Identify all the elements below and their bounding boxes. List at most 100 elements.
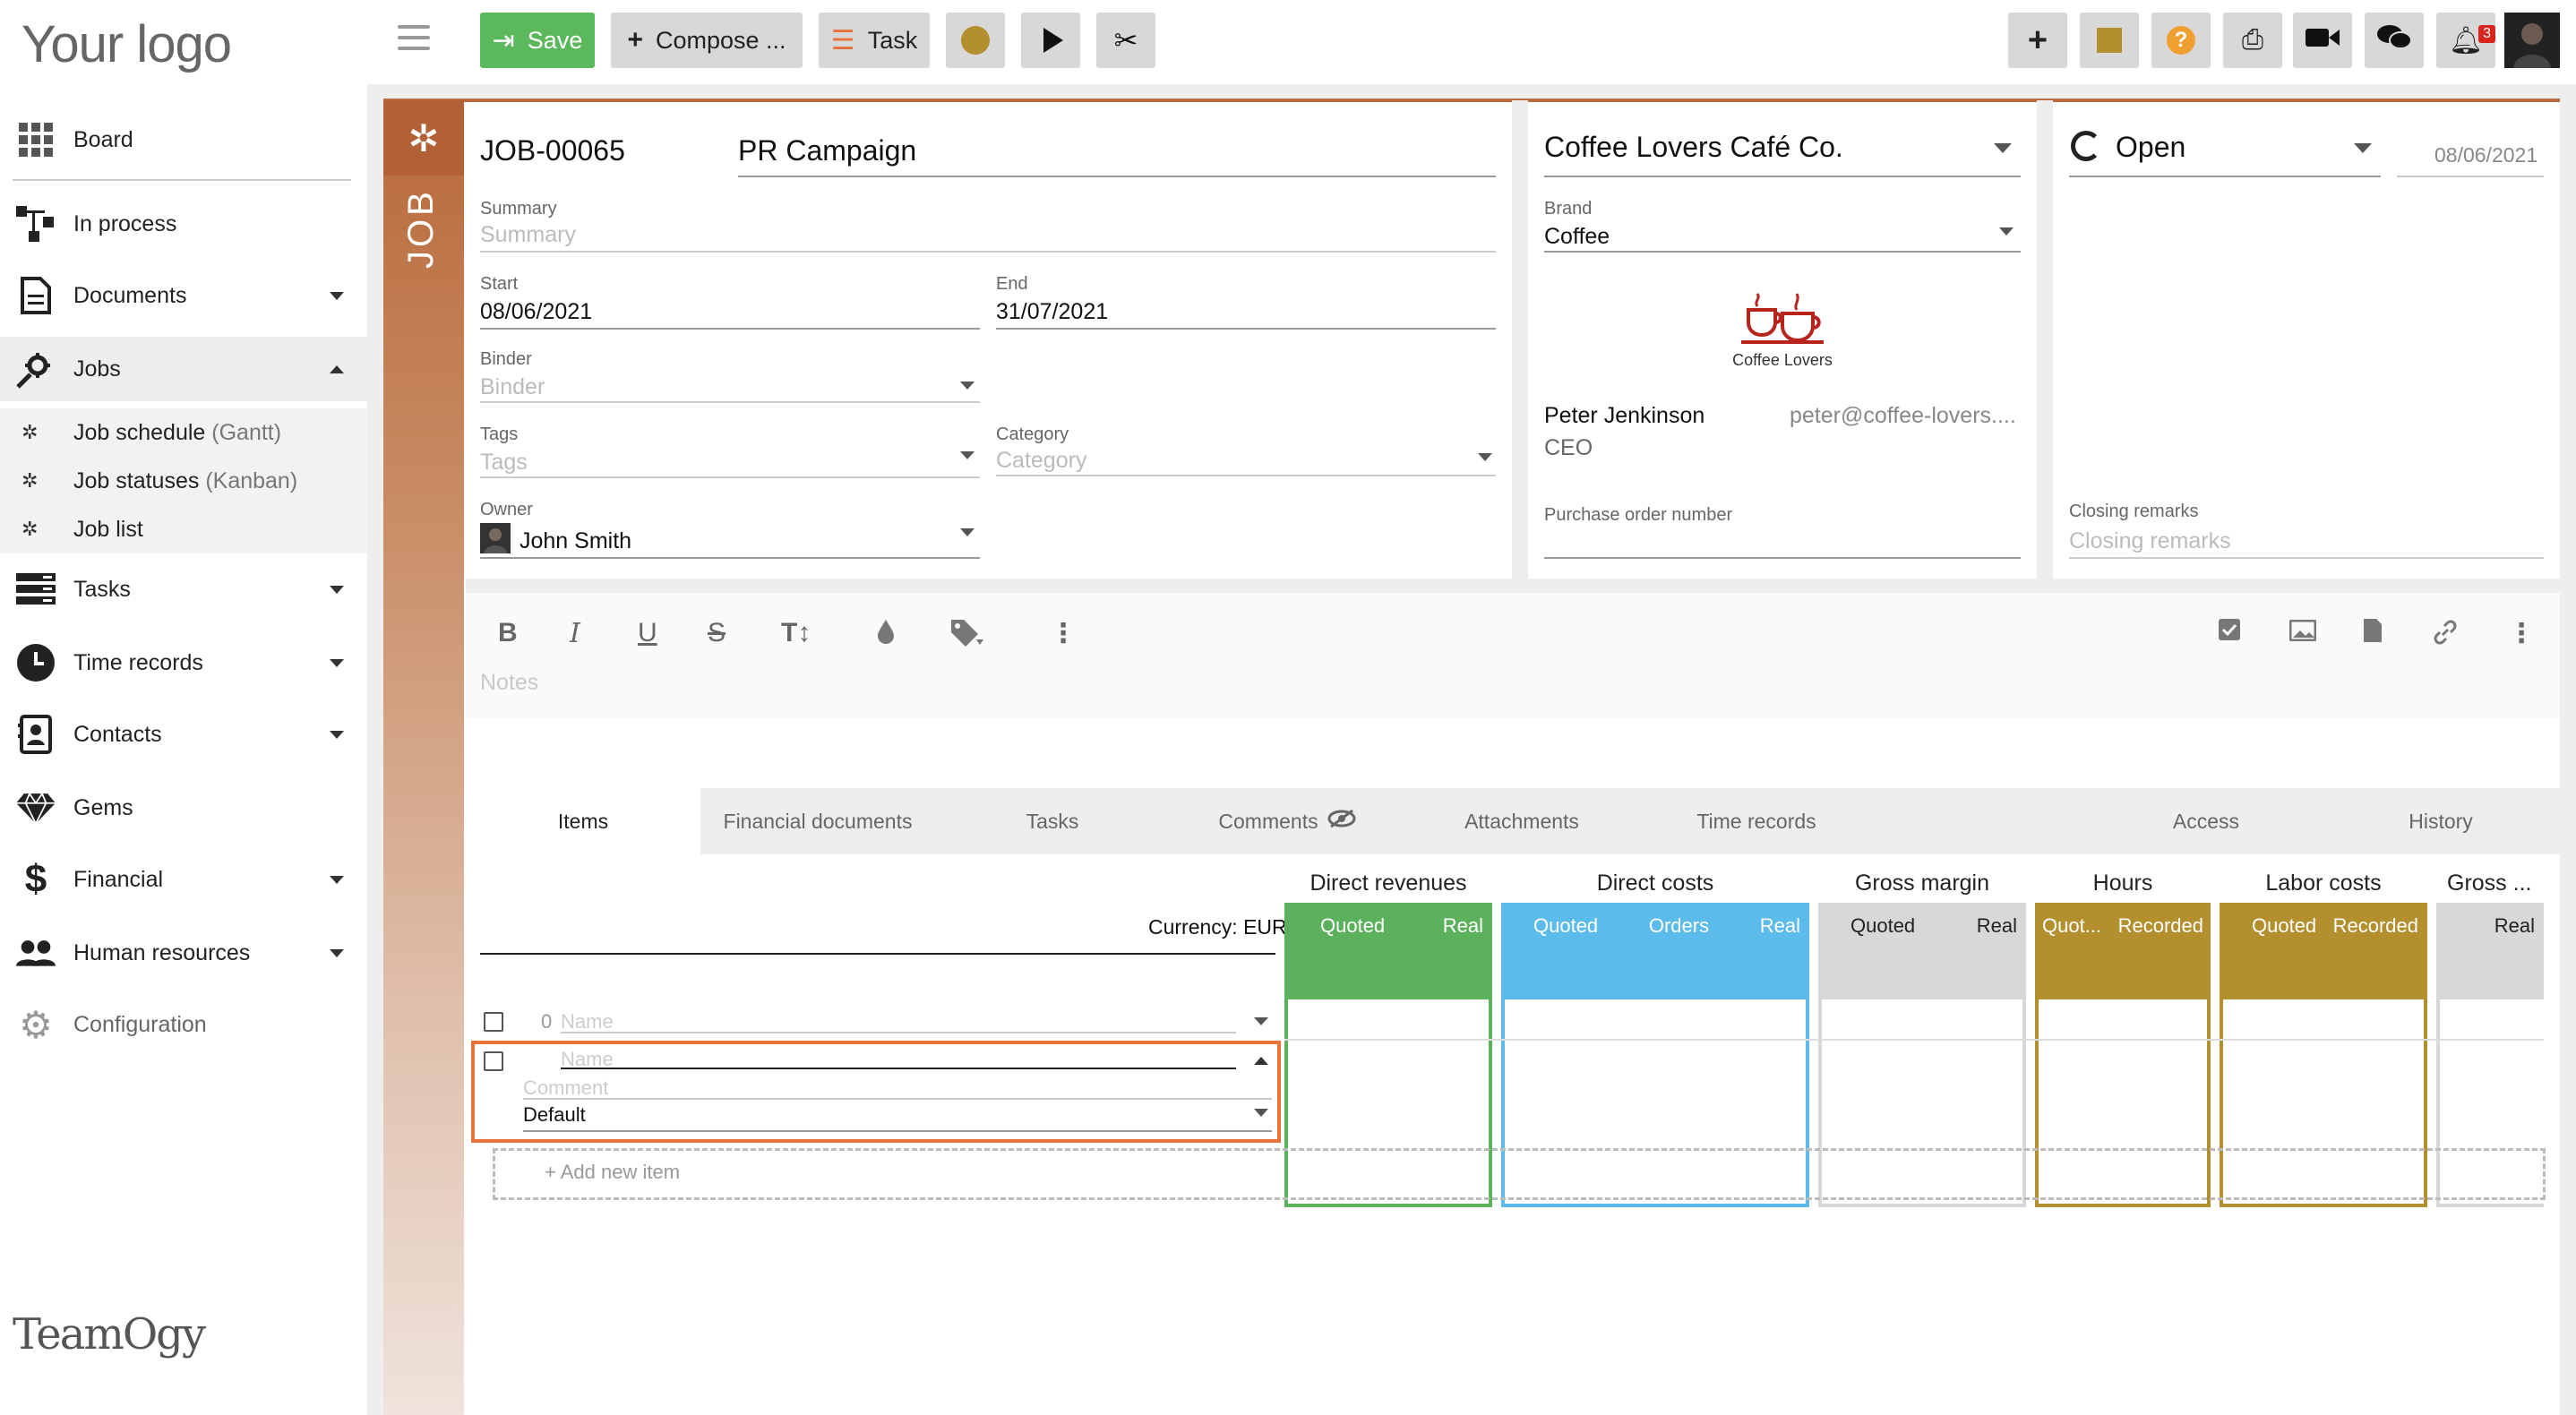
italic-icon[interactable]: I [570,618,580,649]
timer-button[interactable] [946,13,1005,68]
menu-icon[interactable] [398,25,430,54]
owner-select[interactable]: John Smith [519,528,631,554]
tab-access[interactable]: Access [2089,788,2323,854]
sidebar-item-financial[interactable]: $ Financial [0,847,367,912]
save-button[interactable]: ⇥ Save [480,13,595,68]
sidebar-item-configuration[interactable]: ⚙ Configuration [0,992,367,1057]
chevron-down-icon[interactable] [960,382,975,390]
tab-comments[interactable]: Comments [1170,788,1404,854]
end-date-input[interactable]: 31/07/2021 [996,299,1108,325]
item-comment-input[interactable]: Comment [523,1076,608,1100]
chevron-down-icon[interactable] [1478,453,1492,461]
tab-time-records[interactable]: Time records [1639,788,1874,854]
status-date[interactable]: 08/06/2021 [2434,143,2537,167]
image-icon[interactable] [2288,618,2317,648]
subcolumn-label[interactable]: Quot... [2042,914,2101,938]
font-size-icon[interactable]: T↕ [781,618,811,648]
tab-tasks[interactable]: Tasks [935,788,1170,854]
video-button[interactable] [2293,13,2352,68]
logo[interactable]: Your logo [21,14,232,74]
sidebar-item-time-records[interactable]: Time records [0,630,367,695]
binder-select[interactable]: Binder [480,374,545,400]
subcolumn-label[interactable]: Orders [1649,914,1709,938]
sidebar-item-board[interactable]: Board [0,107,367,172]
chevron-down-icon[interactable] [960,528,975,536]
sidebar-item-in-process[interactable]: In process [0,192,367,256]
bold-icon[interactable]: B [498,618,518,648]
chat-button[interactable] [2365,13,2424,68]
sidebar-item-gems[interactable]: Gems [0,776,367,840]
plus-icon: + [2027,21,2048,59]
job-header-icon[interactable]: ✲ [383,100,464,176]
tab-items[interactable]: Items [466,788,700,854]
status-select[interactable]: Open [2116,131,2185,164]
add-button[interactable]: + [2008,13,2067,68]
add-item-row[interactable] [493,1148,2546,1200]
more-vertical-icon[interactable]: ⋮ [1050,618,1077,649]
tags-select[interactable]: Tags [480,450,528,476]
category-select[interactable]: Category [996,448,1086,474]
underline-icon[interactable]: U [638,618,657,648]
tools-button[interactable]: ✂ [1096,13,1155,68]
start-date-input[interactable]: 08/06/2021 [480,299,592,325]
contact-name[interactable]: Peter Jenkinson [1544,403,1704,429]
item-name-input[interactable]: Name [561,1010,614,1033]
play-button[interactable] [1021,13,1080,68]
subcolumn-label[interactable]: Real [1760,914,1800,938]
avatar[interactable] [2504,13,2560,68]
subcolumn-label[interactable]: Recorded [2333,914,2418,938]
task-button[interactable]: ☰ Task [819,13,930,68]
color-drop-icon[interactable] [876,618,896,652]
client-select[interactable]: Coffee Lovers Café Co. [1544,131,1843,164]
subcolumn-label[interactable]: Recorded [2118,914,2203,938]
tag-icon[interactable] [949,618,985,656]
brand-select[interactable]: Coffee [1544,224,1610,250]
notifications-button[interactable]: 🔔︎ 3 [2436,13,2495,68]
add-item-button[interactable]: + Add new item [545,1161,680,1184]
subcolumn-label[interactable]: Quoted [1850,914,1915,938]
tab-attachments[interactable]: Attachments [1404,788,1639,854]
file-icon[interactable] [2363,618,2383,650]
chevron-down-icon[interactable] [960,451,975,459]
sidebar-item-contacts[interactable]: Contacts [0,702,367,767]
chevron-down-icon[interactable] [1999,227,2014,236]
link-icon[interactable] [2431,618,2460,654]
subcolumn-label[interactable]: Real [1977,914,2017,938]
subcolumn-label[interactable]: Quoted [1533,914,1598,938]
chevron-down-icon[interactable] [1254,1109,1268,1117]
notes-editor[interactable] [466,593,2560,718]
row-checkbox[interactable] [484,1012,503,1032]
tab-financial-documents[interactable]: Financial documents [700,788,935,854]
subcolumn-label[interactable]: Quoted [1320,914,1385,938]
subcolumn-label[interactable]: Real [1443,914,1483,938]
summary-input[interactable]: Summary [480,222,576,248]
contact-email[interactable]: peter@coffee-lovers.... [1790,403,2016,429]
sidebar-item-tasks[interactable]: Tasks [0,557,367,622]
chevron-down-icon[interactable] [1994,143,2012,153]
chevron-down-icon[interactable] [1254,1017,1268,1025]
help-button[interactable]: ? [2151,13,2211,68]
sidebar-subitem-job-list[interactable]: ✲ Job list [0,505,367,553]
more-vertical-icon[interactable]: ⋮ [2508,618,2535,649]
compose-button[interactable]: + Compose ... [611,13,803,68]
sidebar-item-documents[interactable]: Documents [0,263,367,328]
sticky-note-button[interactable] [2080,13,2139,68]
sidebar-subitem-job-schedule[interactable]: ✲ Job schedule (Gantt) [0,408,367,457]
tab-history[interactable]: History [2323,788,2558,854]
job-title-input[interactable]: PR Campaign [738,134,916,167]
chevron-down-icon[interactable] [2354,143,2372,153]
po-number-input[interactable] [1544,557,2021,559]
subcolumn-label[interactable]: Quoted [2252,914,2316,938]
sidebar-subitem-job-statuses[interactable]: ✲ Job statuses (Kanban) [0,457,367,505]
subcolumn-label[interactable]: Real [2494,914,2535,938]
item-type-select[interactable]: Default [523,1103,586,1127]
notes-input[interactable]: Notes [480,670,538,696]
print-button[interactable]: ⎙ [2223,13,2282,68]
chevron-up-icon[interactable] [1254,1057,1268,1065]
sidebar-item-jobs[interactable]: Jobs [0,337,367,401]
closing-remarks-input[interactable]: Closing remarks [2069,528,2231,554]
checkbox-icon[interactable] [2218,618,2241,648]
strikethrough-icon[interactable]: S [708,618,726,648]
row-checkbox[interactable] [484,1051,503,1071]
sidebar-item-human-resources[interactable]: Human resources [0,921,367,985]
